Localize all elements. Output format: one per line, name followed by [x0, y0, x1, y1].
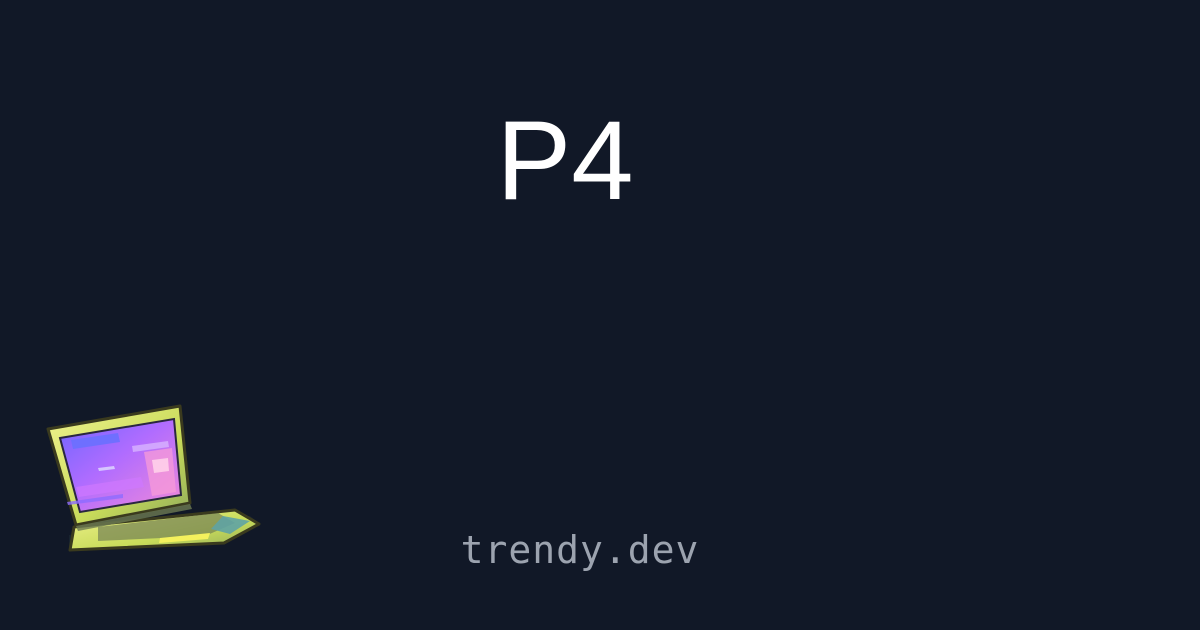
og-card: P4 trendy.dev — [0, 0, 1200, 630]
site-domain: trendy.dev — [460, 528, 700, 572]
page-title: P4 — [496, 98, 634, 223]
